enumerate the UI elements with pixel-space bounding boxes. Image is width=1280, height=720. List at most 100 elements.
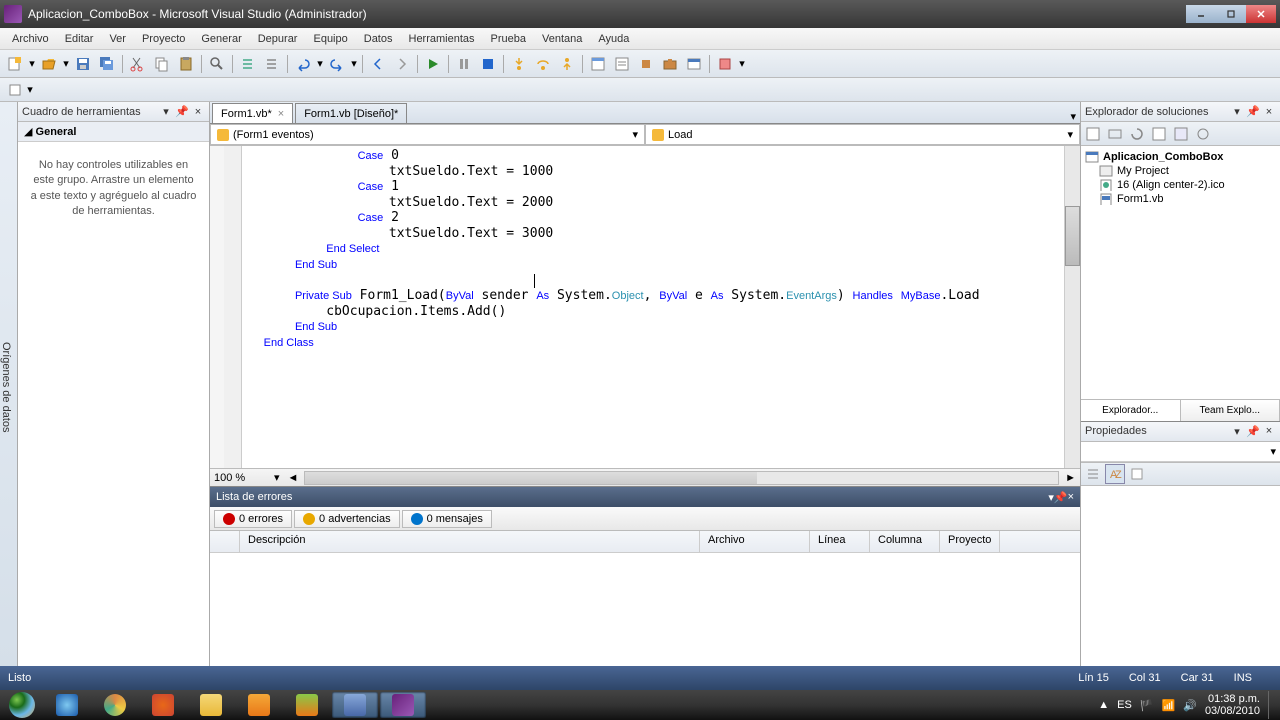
dock-tab[interactable]: Team Explo... [1181,400,1280,421]
tab-dropdown-icon[interactable]: ▾ [1070,110,1076,123]
ie-taskbar-button[interactable] [44,692,90,718]
column-header[interactable]: Archivo [700,531,810,552]
start-page-button[interactable] [683,53,705,75]
view-code-button[interactable] [1149,124,1169,144]
paste-button[interactable] [175,53,197,75]
chevron-down-icon[interactable]: ▾ [159,105,173,119]
solution-explorer-button[interactable] [587,53,609,75]
volume-icon[interactable]: 🔊 [1183,699,1197,712]
vertical-scrollbar[interactable] [1064,146,1080,468]
step-into-button[interactable] [508,53,530,75]
view-designer-button[interactable] [1171,124,1191,144]
secondary-tool-button[interactable] [4,79,26,101]
step-over-button[interactable] [532,53,554,75]
nav-back-button[interactable] [367,53,389,75]
menu-depurar[interactable]: Depurar [250,31,306,47]
zoom-dropdown-icon[interactable]: ▾ [274,471,280,484]
properties-button[interactable] [1083,124,1103,144]
code-editor[interactable]: Case 0 txtSueldo.Text = 1000 Case 1 txtS… [242,146,1064,468]
method-dropdown[interactable]: Load ▾ [645,124,1080,145]
vs-taskbar-button[interactable] [380,692,426,718]
close-button[interactable] [1246,5,1276,23]
language-indicator[interactable]: ES [1117,699,1132,711]
menu-herramientas[interactable]: Herramientas [401,31,483,47]
flag-icon[interactable]: 🏴 [1140,699,1154,712]
menu-datos[interactable]: Datos [356,31,401,47]
toolbox-group-general[interactable]: ◢ General [18,122,209,142]
stop-button[interactable] [477,53,499,75]
minimize-button[interactable] [1186,5,1216,23]
new-project-button[interactable] [4,53,26,75]
save-button[interactable] [72,53,94,75]
close-icon[interactable]: × [191,105,205,119]
dock-tab[interactable]: Explorador... [1081,400,1181,421]
redo-button[interactable] [326,53,348,75]
view-diagram-button[interactable] [1193,124,1213,144]
column-header[interactable]: Proyecto [940,531,1000,552]
close-icon[interactable]: × [1262,105,1276,119]
properties-object-selector[interactable]: ▾ [1081,442,1280,462]
properties-button[interactable] [611,53,633,75]
save-all-button[interactable] [96,53,118,75]
toolbox-button[interactable] [659,53,681,75]
firefox-taskbar-button[interactable] [140,692,186,718]
open-button[interactable] [38,53,60,75]
chrome-taskbar-button[interactable] [92,692,138,718]
tree-item[interactable]: My Project [1085,164,1276,178]
uncomment-button[interactable] [261,53,283,75]
menu-editar[interactable]: Editar [57,31,102,47]
class-dropdown[interactable]: (Form1 eventos) ▾ [210,124,645,145]
explorer-taskbar-button[interactable] [188,692,234,718]
start-button[interactable] [2,691,42,719]
pin-icon[interactable]: 📌 [175,105,189,119]
show-all-button[interactable] [1105,124,1125,144]
menu-ayuda[interactable]: Ayuda [590,31,637,47]
object-browser-button[interactable] [635,53,657,75]
media-player-taskbar-button[interactable] [236,692,282,718]
start-debug-button[interactable] [422,53,444,75]
column-header[interactable] [210,531,240,552]
close-icon[interactable]: × [1068,491,1074,503]
arrow-right-icon[interactable]: ► [1065,472,1076,484]
nav-forward-button[interactable] [391,53,413,75]
properties-grid[interactable] [1081,486,1280,667]
copy-button[interactable] [151,53,173,75]
menu-ver[interactable]: Ver [101,31,134,47]
error-filter-tab[interactable]: 0 advertencias [294,510,400,528]
network-icon[interactable]: 📶 [1162,699,1176,712]
new-project-dropdown[interactable]: ▾ [28,53,36,75]
menu-proyecto[interactable]: Proyecto [134,31,193,47]
pause-button[interactable] [453,53,475,75]
pin-icon[interactable]: 📌 [1054,491,1068,504]
categorized-button[interactable] [1083,464,1103,484]
column-header[interactable]: Descripción [240,531,700,552]
error-filter-tab[interactable]: 0 mensajes [402,510,492,528]
property-pages-button[interactable] [1127,464,1147,484]
menu-generar[interactable]: Generar [193,31,249,47]
zoom-level[interactable]: 100 % [214,472,274,484]
document-tab[interactable]: Form1.vb*× [212,103,293,123]
outline-margin[interactable] [224,146,242,468]
solution-tree[interactable]: Aplicacion_ComboBox My Project16 (Align … [1081,146,1280,399]
close-icon[interactable]: × [1262,424,1276,438]
close-tab-icon[interactable]: × [278,108,284,120]
show-desktop-button[interactable] [1268,691,1276,719]
maximize-button[interactable] [1216,5,1246,23]
extension-dropdown[interactable]: ▾ [738,53,746,75]
chevron-down-icon[interactable]: ▾ [1230,105,1244,119]
secondary-dropdown[interactable]: ▾ [26,79,34,101]
undo-dropdown[interactable]: ▾ [316,53,324,75]
data-sources-tab[interactable]: Orígenes de datos [0,102,18,666]
alphabetical-button[interactable]: AZ [1105,464,1125,484]
tray-arrow-icon[interactable]: ▲ [1098,699,1109,711]
column-header[interactable]: Línea [810,531,870,552]
extension-manager-button[interactable] [714,53,736,75]
pin-icon[interactable]: 📌 [1246,424,1260,438]
app-taskbar-button[interactable] [332,692,378,718]
undo-button[interactable] [292,53,314,75]
chevron-down-icon[interactable]: ▾ [1230,424,1244,438]
tree-item[interactable]: Form1.vb [1085,192,1276,206]
menu-prueba[interactable]: Prueba [483,31,534,47]
refresh-button[interactable] [1127,124,1147,144]
tray-clock[interactable]: 01:38 p.m. 03/08/2010 [1205,693,1260,717]
